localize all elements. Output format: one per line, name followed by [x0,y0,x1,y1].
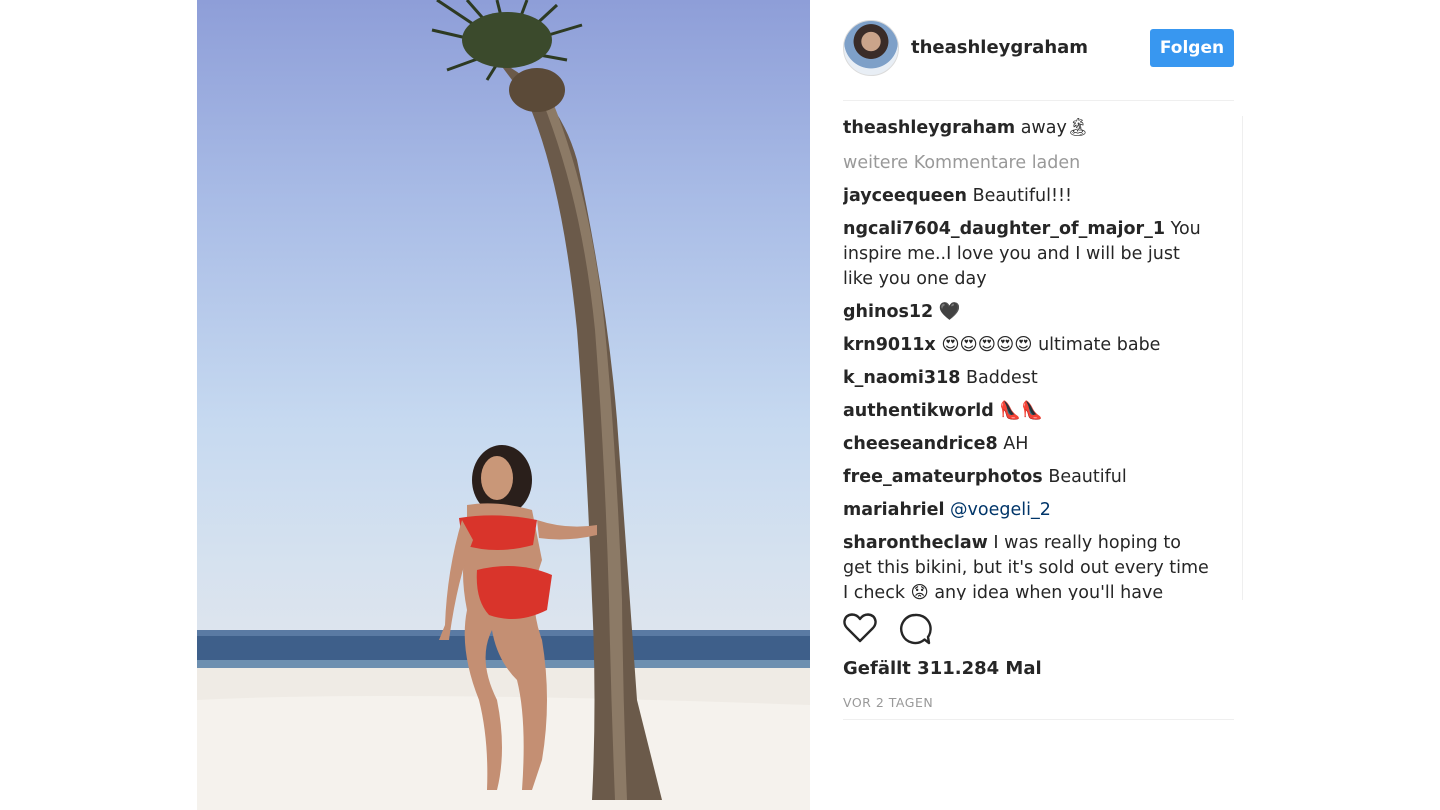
comment-username[interactable]: free_amateurphotos [843,467,1043,487]
post-timestamp[interactable]: VOR 2 TAGEN [843,695,933,710]
comment-username[interactable]: krn9011x [843,335,936,355]
comment-item: jayceequeen Beautiful!!! [843,184,1213,209]
comment-text: Beautiful [1048,467,1127,487]
comment-username[interactable]: k_naomi318 [843,368,960,388]
comment-username[interactable]: ghinos12 [843,302,933,322]
comment-username[interactable]: jayceequeen [843,186,967,206]
comment-mention-link[interactable]: @voegeli_2 [950,500,1051,520]
comment-text: 😍😍😍😍😍 ultimate babe [941,335,1161,355]
username-link[interactable]: theashleygraham [911,37,1088,58]
heart-icon[interactable] [843,612,877,648]
divider [843,100,1234,101]
comment-username[interactable]: authentikworld [843,401,994,421]
comments-list[interactable]: theashleygraham away🏝 weitere Kommentare… [843,116,1243,600]
comment-username[interactable]: ngcali7604_daughter_of_major_1 [843,219,1165,239]
comment-username[interactable]: cheeseandrice8 [843,434,998,454]
comment-item: mariahriel @voegeli_2 [843,498,1213,523]
load-more-comments-link[interactable]: weitere Kommentare laden [843,151,1242,176]
avatar[interactable] [843,20,899,76]
comment-item: authentikworld 👠👠 [843,399,1213,424]
comment-item: sharontheclaw I was really hoping to get… [843,531,1213,600]
comment-item: k_naomi318 Baddest [843,366,1213,391]
likes-count[interactable]: Gefällt 311.284 Mal [843,658,1042,679]
comment-username[interactable]: sharontheclaw [843,533,988,553]
comment-item: ghinos12 🖤 [843,300,1213,325]
post-actions [843,612,963,648]
post-header: theashleygraham Folgen [843,20,1234,78]
comment-username[interactable]: mariahriel [843,500,944,520]
post-sidebar: theashleygraham Folgen theashleygraham a… [843,0,1243,810]
caption: theashleygraham away🏝 [843,116,1213,141]
comment-item: ngcali7604_daughter_of_major_1 You inspi… [843,217,1213,292]
beach-palm-photo-illustration [197,0,810,810]
comment-icon[interactable] [898,612,932,650]
comment-text: AH [1003,434,1029,454]
caption-text: away🏝 [1020,118,1090,138]
comment-text: Beautiful!!! [972,186,1073,206]
comment-text: Baddest [966,368,1038,388]
comment-text: 🖤 [938,302,961,322]
divider [843,719,1234,720]
comment-item: cheeseandrice8 AH [843,432,1213,457]
caption-username[interactable]: theashleygraham [843,118,1015,138]
comment-item: krn9011x 😍😍😍😍😍 ultimate babe [843,333,1213,358]
follow-button[interactable]: Folgen [1150,29,1234,67]
post-photo[interactable] [197,0,810,810]
comment-item: free_amateurphotos Beautiful [843,465,1213,490]
comment-text: 👠👠 [999,401,1043,421]
